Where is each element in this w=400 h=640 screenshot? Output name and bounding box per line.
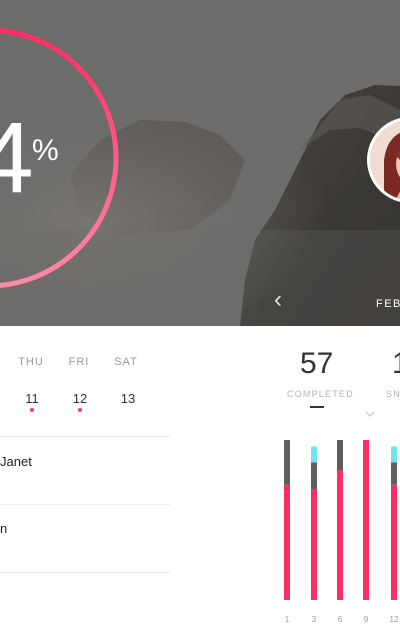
bar-segment-3-s2 — [311, 446, 317, 463]
list-item-name[interactable]: Janet — [0, 454, 32, 469]
bar-segment-12-s0 — [391, 484, 397, 600]
list-divider — [0, 436, 170, 437]
bar-segment-12-s2 — [391, 446, 397, 463]
chevron-down-icon[interactable] — [365, 410, 375, 420]
x-tick-label: 6 — [337, 615, 343, 624]
event-dot — [30, 408, 34, 412]
x-tick-label: 9 — [363, 615, 369, 624]
date-12[interactable]: 12 — [60, 391, 100, 406]
chevron-left-icon[interactable]: ‹ — [274, 288, 294, 312]
bar-segment-6-s1 — [337, 440, 343, 471]
second-stat-label: SN — [386, 389, 400, 399]
hero-banner: 4 % ‹ FEB — [0, 0, 400, 326]
bar-segment-3-s0 — [311, 489, 317, 600]
day-name-thu: THU — [18, 356, 44, 368]
list-item-name[interactable]: n — [0, 521, 7, 536]
progress-value: 4 — [0, 102, 34, 214]
mountain-background — [0, 0, 400, 326]
progress-unit: % — [32, 134, 59, 167]
date-11[interactable]: 11 — [12, 391, 52, 406]
bar-segment-1-s1 — [284, 440, 290, 485]
list-divider — [0, 572, 170, 573]
x-tick-label: 1 — [284, 615, 290, 624]
month-label: FEB — [376, 298, 400, 310]
bar-segment-3-s1 — [311, 462, 317, 490]
bar-segment-1-s0 — [284, 484, 290, 600]
date-13[interactable]: 13 — [108, 391, 148, 406]
bar-segment-6-s0 — [337, 470, 343, 600]
second-stat-count: 1 — [392, 347, 400, 381]
list-divider — [0, 504, 170, 505]
completed-count: 57 — [300, 347, 334, 380]
event-dot — [78, 408, 82, 412]
day-name-fri: FRI — [68, 356, 90, 368]
bar-segment-9-s0 — [363, 440, 369, 600]
x-tick-label: 3 — [311, 615, 317, 624]
day-name-sat: SAT — [114, 356, 138, 368]
active-stat-indicator — [310, 406, 324, 408]
bar-chart — [284, 440, 397, 600]
bar-segment-12-s1 — [391, 462, 397, 485]
x-tick-label: 12 — [389, 615, 399, 624]
completed-label: COMPLETED — [287, 389, 354, 399]
